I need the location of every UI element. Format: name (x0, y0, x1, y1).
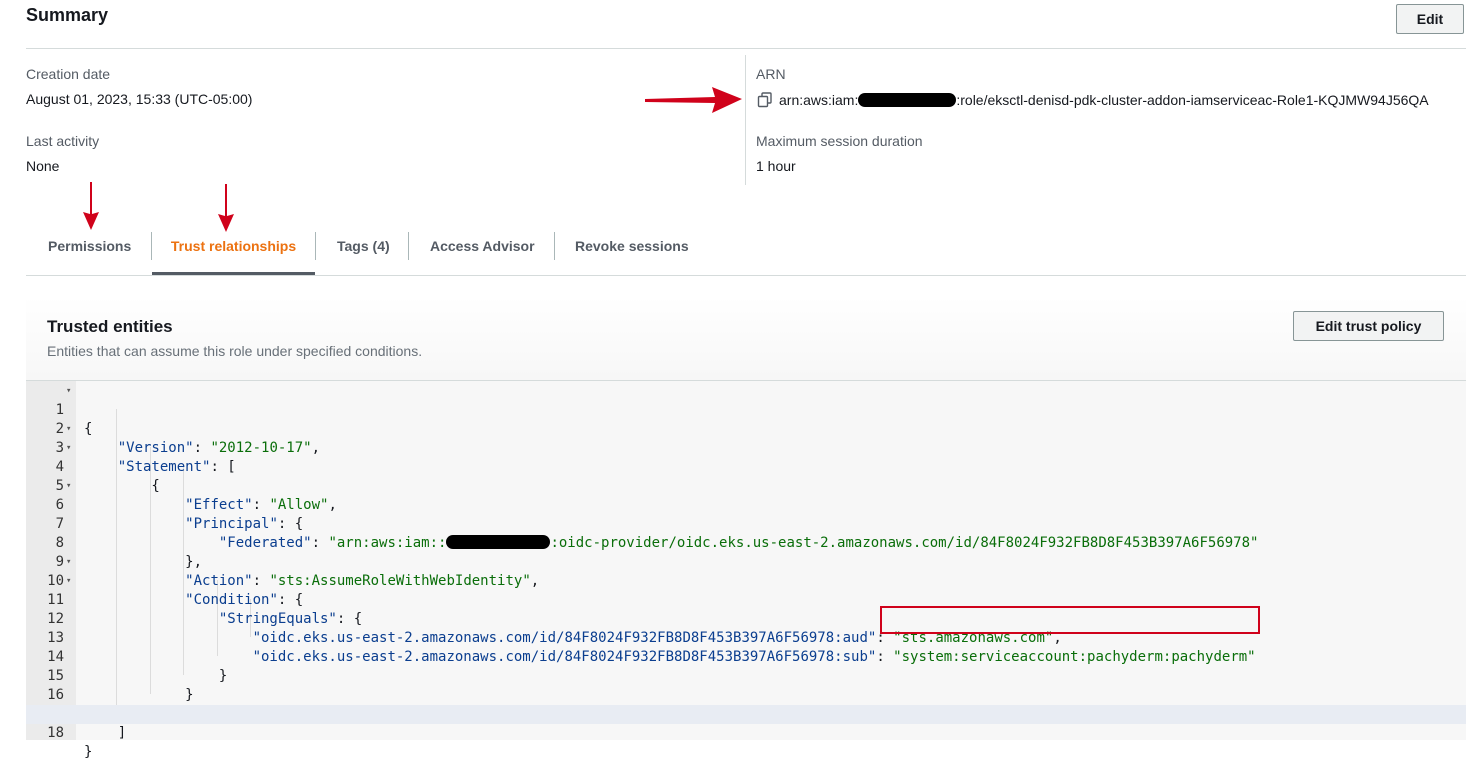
fold-icon[interactable]: ▾ (66, 553, 71, 572)
code-line: 9 "Action": "sts:AssumeRoleWithWebIdenti… (26, 534, 1466, 589)
code-line: 15 } (26, 648, 1466, 703)
fold-icon[interactable]: ▾ (66, 439, 71, 458)
code-line: 2 "Version": "2012-10-17", (26, 401, 1466, 456)
arn-suffix: :role/eksctl-denisd-pdk-cluster-addon-ia… (956, 92, 1429, 108)
column-divider (745, 55, 746, 185)
summary-title: Summary (26, 5, 109, 25)
panel-title: Trusted entities (47, 317, 173, 336)
tab-tags[interactable]: Tags (4) (337, 226, 390, 272)
last-activity-label: Last activity (26, 133, 100, 149)
code-line: 4 ▾ { (26, 439, 1466, 494)
tab-separator (554, 232, 555, 260)
copy-icon[interactable] (757, 92, 773, 108)
edit-trust-policy-button[interactable]: Edit trust policy (1293, 311, 1444, 341)
tab-permissions[interactable]: Permissions (48, 226, 131, 272)
code-line: 11 ▾ "StringEquals": { (26, 572, 1466, 627)
fold-icon[interactable]: ▾ (66, 477, 71, 496)
code-line: 3 ▾ "Statement": [ (26, 420, 1466, 475)
red-arrow-annotation (645, 87, 742, 113)
code-line: 16 } (26, 667, 1466, 722)
fold-icon[interactable]: ▾ (66, 420, 71, 439)
tab-separator (408, 232, 409, 260)
tab-trust-relationships[interactable]: Trust relationships (152, 226, 315, 275)
red-arrow-annotation (83, 182, 99, 230)
tab-revoke-sessions[interactable]: Revoke sessions (575, 226, 689, 272)
tabs-divider (26, 275, 1466, 276)
tabs-bar: Permissions Trust relationships Tags (4)… (26, 226, 1466, 276)
arn-prefix: arn:aws:iam: (779, 92, 859, 108)
code-line: 6 ▾ "Principal": { (26, 477, 1466, 532)
code-line: 8 }, (26, 515, 1466, 570)
creation-date-value: August 01, 2023, 15:33 (UTC-05:00) (26, 91, 253, 107)
edit-button[interactable]: Edit (1396, 4, 1464, 34)
highlight-box (880, 606, 1260, 634)
last-activity-value: None (26, 158, 60, 174)
max-session-label: Maximum session duration (756, 133, 923, 149)
policy-editor[interactable]: 1 ▾ { 2 "Version": "2012-10-17", 3 ▾ "Stat… (26, 380, 1466, 760)
panel-subtitle: Entities that can assume this role under… (47, 343, 423, 359)
code-line: 7 "Federated": "arn:aws:iam:::oidc-provi… (26, 496, 1466, 551)
arn-value: arn:aws:iam: :role/eksctl-denisd-pdk-clus… (779, 92, 1429, 108)
code-line: 10 ▾ "Condition": { (26, 553, 1466, 608)
max-session-value: 1 hour (756, 158, 796, 174)
fold-icon[interactable]: ▾ (66, 382, 71, 401)
tab-separator (315, 232, 316, 260)
arn-label: ARN (756, 66, 786, 82)
line-number: 18 (47, 725, 64, 741)
fold-icon[interactable]: ▾ (66, 572, 71, 591)
code-line-active: 18 } (26, 705, 1466, 760)
creation-date-label: Creation date (26, 66, 111, 82)
tab-access-advisor[interactable]: Access Advisor (430, 226, 535, 272)
code-line: 5 "Effect": "Allow", (26, 458, 1466, 513)
code-line: 1 ▾ { (26, 382, 1466, 437)
code-line: 17 ] (26, 686, 1466, 741)
divider (26, 48, 1466, 49)
redaction (858, 93, 957, 107)
